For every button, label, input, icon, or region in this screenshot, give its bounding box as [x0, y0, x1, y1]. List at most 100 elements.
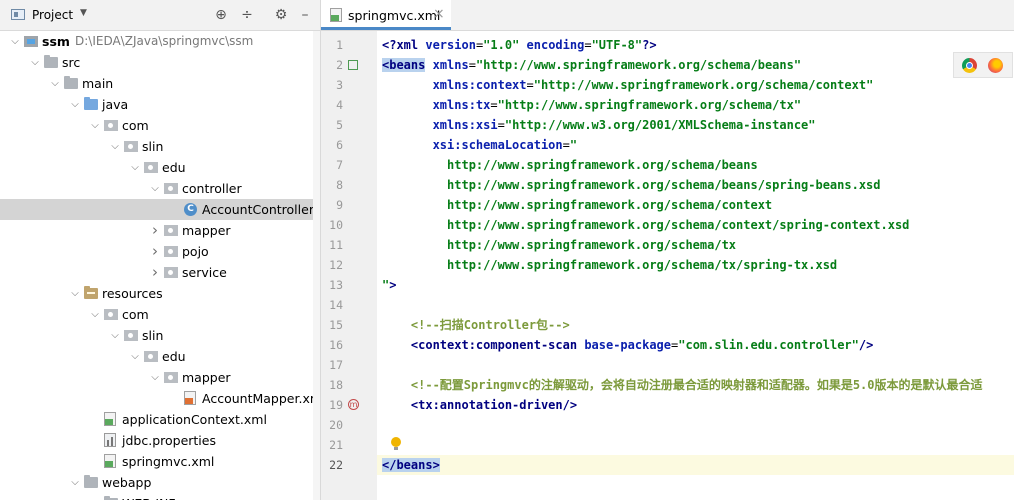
code-line[interactable]: http://www.springframework.org/schema/be…: [377, 175, 1014, 195]
lightbulb-icon[interactable]: [391, 437, 401, 450]
code-line[interactable]: xmlns:xsi="http://www.w3.org/2001/XMLSch…: [377, 115, 1014, 135]
line-number: 16: [329, 338, 343, 352]
chevron-down-icon[interactable]: ⌵: [129, 157, 141, 178]
chevron-down-icon[interactable]: ⌵: [149, 178, 161, 199]
code-line[interactable]: http://www.springframework.org/schema/tx: [377, 235, 1014, 255]
chevron-down-icon[interactable]: ⌵: [89, 493, 101, 500]
tree-scrollbar[interactable]: [313, 31, 320, 500]
close-icon[interactable]: ×: [433, 6, 445, 22]
structure-marker-icon[interactable]: [348, 60, 358, 70]
code-line[interactable]: http://www.springframework.org/schema/be…: [377, 155, 1014, 175]
tree-item[interactable]: › service: [0, 262, 320, 283]
tree-item[interactable]: ⌵ com: [0, 304, 320, 325]
tree-item[interactable]: ⌵ main: [0, 73, 320, 94]
tree-item-label: slin: [142, 328, 164, 343]
code-line[interactable]: [377, 435, 1014, 455]
line-number: 15: [329, 318, 343, 332]
tree-item[interactable]: ⌵ java: [0, 94, 320, 115]
chrome-icon[interactable]: [962, 58, 977, 73]
code-editor[interactable]: <?xml version="1.0" encoding="UTF-8"?> <b…: [377, 31, 1014, 500]
tree-item-label: AccountMapper.xml: [202, 391, 321, 406]
code-line[interactable]: ">: [377, 275, 1014, 295]
chevron-down-icon[interactable]: ⌵: [69, 94, 81, 115]
tree-item[interactable]: › mapper: [0, 220, 320, 241]
chevron-down-icon[interactable]: ⌵: [149, 367, 161, 388]
tree-item[interactable]: AccountMapper.xml: [0, 388, 320, 409]
tree-item[interactable]: ⌵ com: [0, 115, 320, 136]
project-panel-title[interactable]: Project: [32, 8, 73, 22]
code-line[interactable]: xmlns:context="http://www.springframewor…: [377, 75, 1014, 95]
chevron-right-icon[interactable]: ›: [149, 220, 161, 241]
code-line[interactable]: <!--扫描Controller包-->: [377, 315, 1014, 335]
tree-item[interactable]: ⌵ resources: [0, 283, 320, 304]
tree-item[interactable]: ⌵ ssm D:\IEDA\ZJava\springmvc\ssm: [0, 31, 320, 52]
source-folder-icon: [84, 97, 98, 110]
collapse-all-icon[interactable]: ÷: [238, 6, 256, 24]
code-line[interactable]: xsi:schemaLocation=": [377, 135, 1014, 155]
tree-item-label: controller: [182, 181, 242, 196]
line-number: 20: [329, 418, 343, 432]
chevron-down-icon[interactable]: ⌵: [109, 325, 121, 346]
tree-item-label: slin: [142, 139, 164, 154]
chevron-down-icon[interactable]: ⌵: [49, 73, 61, 94]
line-number: 9: [336, 198, 343, 212]
chevron-right-icon[interactable]: ›: [149, 262, 161, 283]
tree-item[interactable]: C AccountController: [0, 199, 320, 220]
code-line[interactable]: xmlns:tx="http://www.springframework.org…: [377, 95, 1014, 115]
line-number: 5: [336, 118, 343, 132]
locate-icon[interactable]: ⊕: [212, 6, 230, 24]
chevron-down-icon[interactable]: ⌵: [9, 31, 21, 52]
code-line[interactable]: <tx:annotation-driven/>: [377, 395, 1014, 415]
tree-item[interactable]: jdbc.properties: [0, 430, 320, 451]
chevron-down-icon[interactable]: ⌵: [109, 136, 121, 157]
chevron-right-icon[interactable]: ›: [149, 241, 161, 262]
code-line[interactable]: <beans xmlns="http://www.springframework…: [377, 55, 1014, 75]
gear-icon[interactable]: ⚙: [272, 6, 290, 24]
tree-item-label: springmvc.xml: [122, 454, 215, 469]
hide-panel-icon[interactable]: –: [296, 6, 314, 24]
tree-item[interactable]: ⌵ webapp: [0, 472, 320, 493]
code-line[interactable]: <?xml version="1.0" encoding="UTF-8"?>: [377, 35, 1014, 55]
line-number: 1: [336, 38, 343, 52]
line-number: 6: [336, 138, 343, 152]
line-number: 13: [329, 278, 343, 292]
spring-bean-icon[interactable]: m: [348, 399, 359, 410]
chevron-down-icon[interactable]: ⌵: [129, 346, 141, 367]
tree-item[interactable]: ⌵ mapper: [0, 367, 320, 388]
code-line[interactable]: <!--配置Springmvc的注解驱动，会将自动注册最合适的映射器和适配器。如…: [377, 375, 1014, 395]
code-line[interactable]: [377, 355, 1014, 375]
code-line[interactable]: http://www.springframework.org/schema/tx…: [377, 255, 1014, 275]
tree-item[interactable]: applicationContext.xml: [0, 409, 320, 430]
chevron-down-icon[interactable]: ▼: [80, 8, 87, 18]
tree-item[interactable]: ⌵ slin: [0, 325, 320, 346]
tab-springmvc-xml[interactable]: springmvc.xml ×: [321, 0, 451, 30]
tree-item-label: jdbc.properties: [122, 433, 216, 448]
code-line[interactable]: [377, 415, 1014, 435]
tree-item-label: src: [62, 55, 81, 70]
tree-item[interactable]: springmvc.xml: [0, 451, 320, 472]
code-line[interactable]: </beans>: [377, 455, 1014, 475]
folder-icon: [84, 475, 98, 488]
code-line[interactable]: http://www.springframework.org/schema/co…: [377, 195, 1014, 215]
tree-item[interactable]: ⌵ controller: [0, 178, 320, 199]
chevron-down-icon[interactable]: ⌵: [69, 283, 81, 304]
tree-item[interactable]: ⌵ edu: [0, 346, 320, 367]
firefox-icon[interactable]: [988, 58, 1003, 73]
chevron-down-icon[interactable]: ⌵: [69, 472, 81, 493]
resources-folder-icon: [84, 286, 98, 299]
code-line[interactable]: <context:component-scan base-package="co…: [377, 335, 1014, 355]
tree-item[interactable]: ⌵ src: [0, 52, 320, 73]
chevron-down-icon[interactable]: ⌵: [89, 304, 101, 325]
chevron-down-icon[interactable]: ⌵: [89, 115, 101, 136]
code-line[interactable]: http://www.springframework.org/schema/co…: [377, 215, 1014, 235]
tree-item[interactable]: ⌵ edu: [0, 157, 320, 178]
tree-item[interactable]: ⌵ slin: [0, 136, 320, 157]
line-number: 14: [329, 298, 343, 312]
line-number: 2: [336, 58, 343, 72]
properties-file-icon: [104, 433, 116, 447]
tree-item[interactable]: › pojo: [0, 241, 320, 262]
chevron-down-icon[interactable]: ⌵: [29, 52, 41, 73]
code-line[interactable]: [377, 295, 1014, 315]
tree-item[interactable]: ⌵ WEB-INF: [0, 493, 320, 500]
package-icon: [144, 162, 158, 173]
